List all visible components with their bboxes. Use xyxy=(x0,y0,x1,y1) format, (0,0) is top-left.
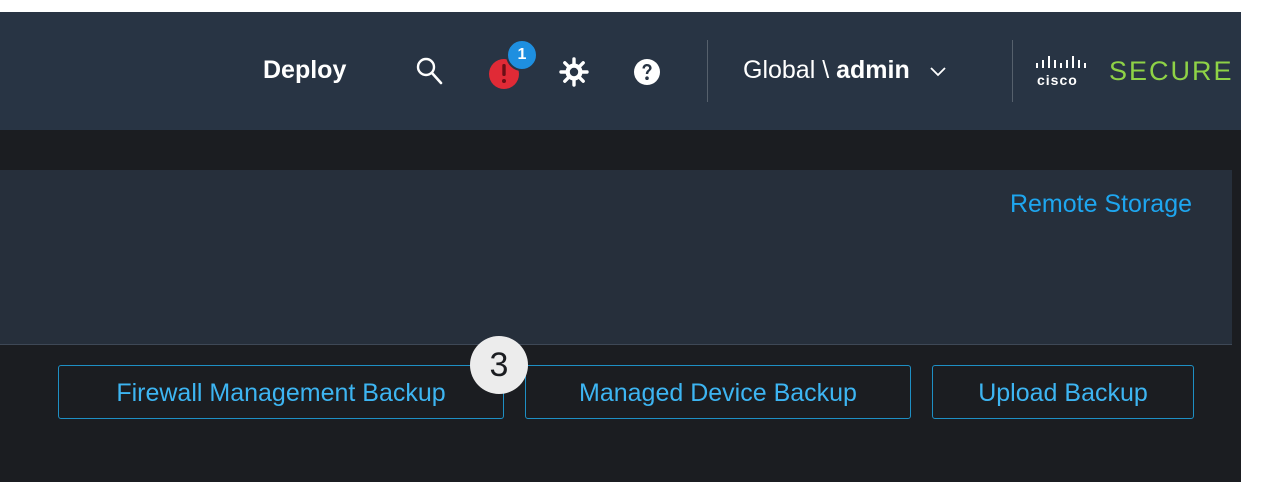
section-divider xyxy=(0,344,1232,345)
search-icon[interactable] xyxy=(415,56,443,86)
managed-device-backup-button[interactable]: Managed Device Backup xyxy=(525,365,911,419)
content-panel: Remote Storage xyxy=(0,170,1232,344)
user-name: admin xyxy=(836,56,910,84)
help-icon[interactable] xyxy=(632,57,662,87)
upload-backup-button[interactable]: Upload Backup xyxy=(932,365,1194,419)
gear-icon[interactable] xyxy=(559,57,589,87)
remote-storage-link[interactable]: Remote Storage xyxy=(1010,190,1192,219)
firewall-management-backup-button[interactable]: Firewall Management Backup xyxy=(58,365,504,419)
header-divider xyxy=(707,40,708,102)
deploy-button[interactable]: Deploy xyxy=(263,56,346,85)
logo-secure-text: SECURE xyxy=(1109,56,1234,86)
top-header-bar: Deploy 1 Global \ admin cisco SECURE xyxy=(0,12,1241,130)
header-divider xyxy=(1012,40,1013,102)
step-marker: 3 xyxy=(470,336,528,394)
app-frame: Deploy 1 Global \ admin cisco SECURE Rem… xyxy=(0,12,1241,482)
cisco-bars-icon xyxy=(1036,56,1086,68)
domain-user-menu[interactable]: Global \ admin xyxy=(743,56,947,85)
logo-cisco-text: cisco xyxy=(1037,72,1078,88)
notification-badge: 1 xyxy=(506,39,538,71)
chevron-down-icon xyxy=(930,67,946,77)
cisco-secure-logo: cisco SECURE xyxy=(1033,50,1233,94)
domain-label: Global \ xyxy=(743,56,837,84)
